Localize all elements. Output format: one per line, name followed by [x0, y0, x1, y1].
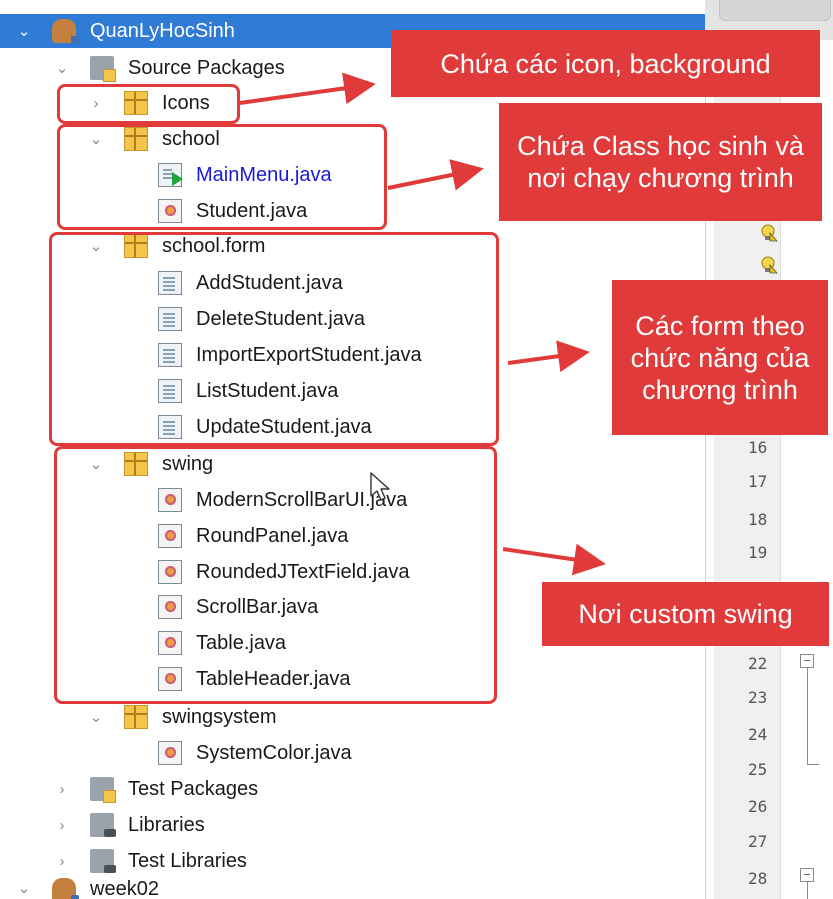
callout-forms: Các form theo chức năng của chương trình [612, 280, 828, 435]
arrow-icons [239, 72, 376, 105]
callout-swing: Nơi custom swing [542, 582, 829, 646]
arrow-forms [507, 340, 590, 373]
callout-icons: Chứa các icon, background [391, 30, 820, 97]
mouse-cursor-icon [370, 472, 390, 501]
callout-school: Chứa Class học sinh và nơi chạy chương t… [499, 103, 822, 221]
arrow-school [387, 159, 484, 191]
arrow-swing [502, 543, 606, 576]
